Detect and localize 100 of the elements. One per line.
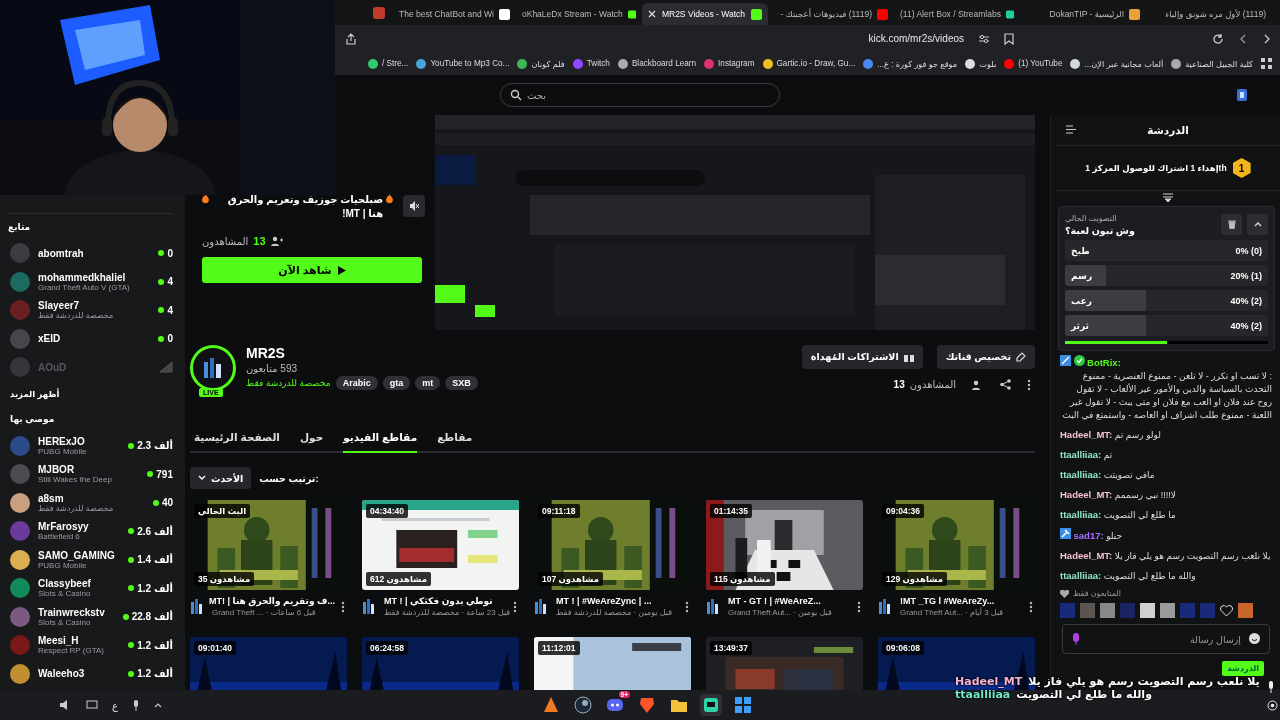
user-icon[interactable] bbox=[1236, 87, 1248, 103]
channel-tab[interactable]: مقاطع bbox=[437, 423, 473, 453]
avatar bbox=[10, 435, 30, 456]
search-field[interactable]: بحث bbox=[500, 83, 780, 107]
more-icon[interactable] bbox=[513, 600, 517, 613]
more-icon[interactable] bbox=[685, 600, 689, 613]
more-icon[interactable] bbox=[1027, 378, 1031, 391]
channel-name[interactable]: MrFarosyy bbox=[38, 521, 123, 533]
message-field[interactable]: إرسال رسالة bbox=[1062, 624, 1270, 654]
favicon-icon bbox=[762, 58, 773, 69]
chat-message: تم bbox=[1103, 449, 1113, 462]
browser-tab[interactable]: The best ChatBot and Wi bbox=[390, 3, 516, 25]
tune-icon[interactable] bbox=[978, 32, 990, 45]
close-icon[interactable] bbox=[648, 10, 656, 18]
chat-username[interactable]: Hadeel_MT: bbox=[1060, 550, 1113, 561]
bookmark[interactable]: / Stre... bbox=[368, 58, 409, 69]
channel-name[interactable]: SAMO_GAMING bbox=[38, 549, 123, 561]
channel-action-button[interactable]: تخصيص قناتك bbox=[936, 344, 1035, 369]
video-title[interactable]: MT ! | #WeAreZync | ... bbox=[556, 596, 679, 606]
back-icon[interactable] bbox=[1238, 32, 1248, 45]
channel-name[interactable]: xEID bbox=[38, 333, 153, 345]
channel-logo-icon bbox=[362, 598, 374, 615]
mic-icon[interactable] bbox=[131, 699, 140, 711]
language-indicator[interactable]: ع bbox=[112, 699, 118, 711]
tag[interactable]: mt bbox=[415, 376, 441, 390]
chat-username[interactable]: ttaalliiaa: bbox=[1060, 449, 1102, 460]
target-icon[interactable] bbox=[1267, 700, 1278, 711]
bookmark[interactable]: Gartic.io - Draw, Gu... bbox=[762, 58, 856, 69]
video-title[interactable]: MT - GT ! | #WeAreZ... bbox=[728, 596, 851, 606]
video-title[interactable]: !MT _TG l #WeAreZy... bbox=[900, 596, 1023, 606]
channel-logo-icon bbox=[534, 598, 546, 615]
chat-username[interactable]: ttaalliiaa: bbox=[1060, 570, 1102, 581]
browser-tab[interactable]: (1119) فيديوهات أعجبتك - bbox=[768, 3, 894, 25]
bookmark[interactable]: موقع جو فور كورة : ع... bbox=[863, 58, 958, 69]
bookmark[interactable]: فلم كونان bbox=[517, 58, 565, 69]
channel-name[interactable]: Classybeef bbox=[38, 578, 123, 590]
channel-tab[interactable]: مقاطع الفيديو bbox=[343, 423, 418, 453]
watch-now-button[interactable]: شاهد الآن bbox=[202, 257, 422, 283]
more-icon[interactable] bbox=[341, 600, 345, 613]
channel-name[interactable]: a8sm bbox=[38, 492, 147, 504]
channel-name[interactable]: Slayeer7 bbox=[38, 300, 153, 312]
bookmark-icon[interactable] bbox=[1004, 32, 1014, 45]
chat-username[interactable]: sad17: bbox=[1073, 530, 1104, 541]
apps-icon[interactable] bbox=[1261, 58, 1272, 69]
chat-username[interactable]: Hadeel_MT: bbox=[1060, 429, 1113, 440]
show-more-link[interactable]: أظهر المزيد bbox=[10, 389, 60, 399]
channel-name[interactable]: HERExJO bbox=[38, 435, 123, 447]
chat-username[interactable]: Hadeel_MT: bbox=[1060, 489, 1113, 500]
channel-name[interactable]: Waleeho3 bbox=[38, 668, 123, 680]
browser-tab[interactable]: DokanTIP - الرئيسية bbox=[1020, 3, 1146, 25]
browser-tab[interactable]: (11) Alert Box / Streamlabs bbox=[894, 3, 1020, 25]
heart-icon[interactable] bbox=[1220, 604, 1233, 617]
share-icon[interactable] bbox=[345, 32, 357, 45]
avatar bbox=[10, 521, 30, 542]
bookmark[interactable]: بلوت bbox=[965, 58, 997, 69]
collapse-icon[interactable] bbox=[1066, 125, 1076, 134]
chat-app-icon[interactable] bbox=[702, 696, 720, 714]
browser-tab[interactable]: (1119) لأول مره شونق وإلياء bbox=[1146, 3, 1272, 25]
channel-name[interactable]: mohammedkhaliel bbox=[38, 271, 153, 283]
tag[interactable]: gta bbox=[382, 376, 411, 390]
more-icon[interactable] bbox=[857, 600, 861, 613]
channel-name[interactable]: MJBOR bbox=[38, 464, 142, 476]
tag[interactable]: SXB bbox=[445, 376, 478, 390]
bookmark[interactable]: Blackboard Learn bbox=[617, 58, 697, 69]
delete-button[interactable] bbox=[1221, 214, 1242, 235]
browser-tab[interactable]: MR2S Videos - Watch bbox=[642, 3, 768, 25]
channel-action-button[interactable]: الاشتراكات المُهداة bbox=[801, 344, 923, 369]
sort-dropdown[interactable]: الأحدث bbox=[190, 467, 252, 489]
bookmark[interactable]: ألعاب مجانية عبر الإن... bbox=[1070, 58, 1164, 69]
collapse-button[interactable] bbox=[1247, 214, 1268, 235]
caret-icon[interactable] bbox=[153, 702, 162, 708]
more-icon[interactable] bbox=[1029, 600, 1033, 613]
bookmark[interactable]: YouTube to Mp3 Co... bbox=[416, 58, 510, 69]
search-icon bbox=[510, 89, 522, 101]
channel-tab[interactable]: حول bbox=[299, 423, 324, 453]
bookmark[interactable]: Instagram bbox=[704, 58, 755, 69]
bookmark[interactable]: كلية الجبيل الصناعية bbox=[1171, 58, 1253, 69]
address-field[interactable]: kick.com/mr2s/videos bbox=[868, 33, 964, 44]
channel-name[interactable]: abomtrah bbox=[38, 247, 153, 259]
chat-username[interactable]: BotRix: bbox=[1087, 357, 1121, 368]
channel-name[interactable]: Meesi_H bbox=[38, 635, 123, 647]
category-label[interactable]: مخصصة للدردشة فقط bbox=[246, 378, 331, 388]
windows-icon[interactable] bbox=[734, 696, 752, 714]
mute-button[interactable] bbox=[403, 195, 425, 217]
emoji-icon[interactable] bbox=[1249, 633, 1260, 644]
video-title[interactable]: MT ! | نوطي بدون فكثكي bbox=[384, 596, 507, 606]
share-icon[interactable] bbox=[1000, 379, 1011, 390]
channel-tab[interactable]: الصفحة الرئيسية bbox=[194, 423, 280, 453]
bookmark[interactable]: Twitch bbox=[572, 58, 610, 69]
tag[interactable]: Arabic bbox=[335, 376, 378, 390]
channel-name[interactable]: Trainwreckstv bbox=[38, 606, 117, 618]
mic-icon[interactable] bbox=[1267, 681, 1275, 693]
chat-username[interactable]: ttaalliiaa: bbox=[1060, 509, 1102, 520]
browser-tab[interactable]: oKhaLeDx Stream - Watch bbox=[516, 3, 642, 25]
reload-icon[interactable] bbox=[1212, 32, 1224, 45]
forward-icon[interactable] bbox=[1262, 32, 1272, 45]
app-icon[interactable] bbox=[542, 696, 560, 714]
bookmark[interactable]: (1) YouTube bbox=[1004, 58, 1063, 69]
expand-icon[interactable] bbox=[1163, 193, 1173, 202]
chat-username[interactable]: ttaalliiaa: bbox=[1060, 469, 1102, 480]
